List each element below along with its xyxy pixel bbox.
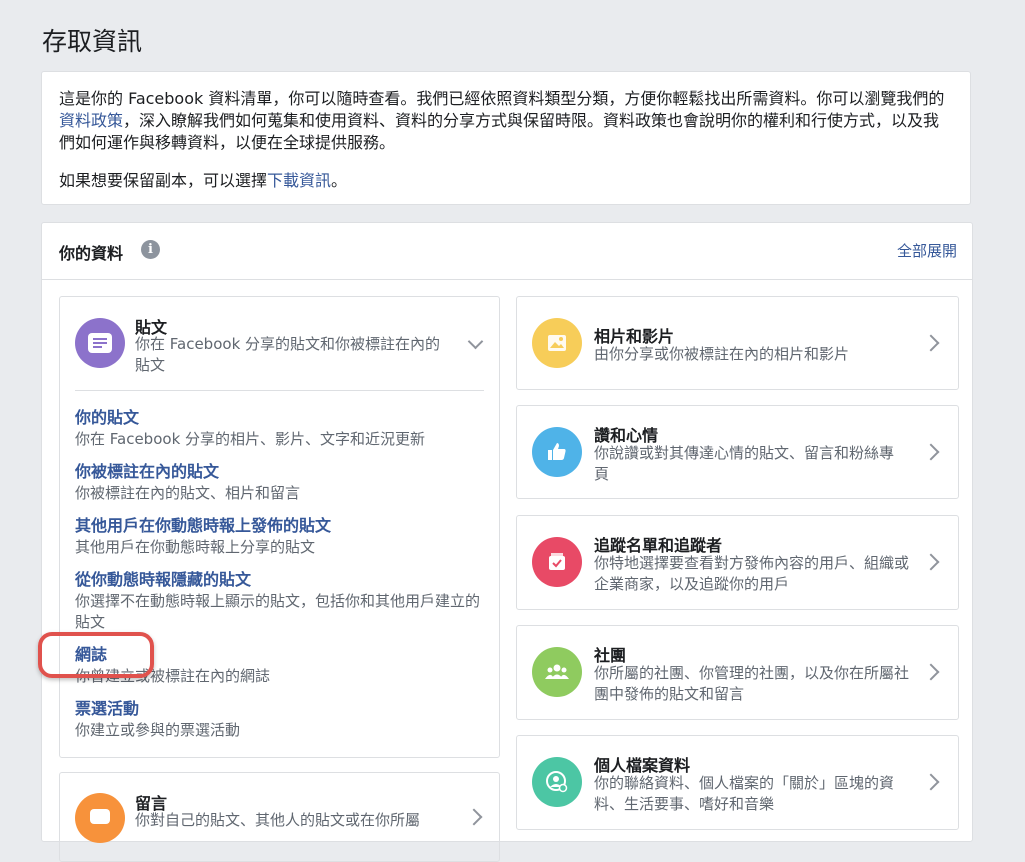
- sub-item-title[interactable]: 從你動態時報隱藏的貼文: [75, 569, 487, 591]
- page-title: 存取資訊: [42, 27, 143, 56]
- sub-item-description: 其他用戶在你動態時報上分享的貼文: [75, 538, 316, 556]
- list-item-hidden-posts[interactable]: 從你動態時報隱藏的貼文 你選擇不在動態時報上顯示的貼文，包括你和其他用戶建立的貼…: [75, 569, 487, 633]
- chevron-right-icon[interactable]: [922, 553, 940, 571]
- like-icon: [532, 427, 582, 477]
- sub-item-title[interactable]: 網誌: [75, 644, 487, 666]
- your-data-title: 你的資料: [59, 244, 124, 263]
- intro-text-continued: ，深入瞭解我們如何蒐集和使用資料、資料的分享方式與保留時限。資料政策也會說明你的…: [59, 111, 940, 152]
- chevron-right-icon[interactable]: [465, 808, 483, 826]
- list-item-your-posts[interactable]: 你的貼文 你在 Facebook 分享的相片、影片、文字和近況更新: [75, 407, 487, 450]
- category-likes-reactions[interactable]: 讚和心情 你說讚或對其傳達心情的貼文、留言和粉絲專頁: [516, 405, 959, 499]
- info-icon[interactable]: i: [141, 240, 160, 259]
- intro-paragraph: 這是你的 Facebook 資料清單，你可以隨時查看。我們已經依照資料類型分類，…: [59, 88, 953, 154]
- list-item-tagged-posts[interactable]: 你被標註在內的貼文 你被標註在內的貼文、相片和留言: [75, 461, 487, 504]
- list-item-polls[interactable]: 票選活動 你建立或參與的票選活動: [75, 698, 487, 741]
- download-paragraph: 如果想要保留副本，可以選擇下載資訊。: [59, 170, 953, 192]
- category-description: 你特地選擇要查看對方發佈內容的用戶、組織或企業商家，以及追蹤你的用戶: [594, 554, 910, 593]
- chevron-right-icon[interactable]: [922, 773, 940, 791]
- download-text: 如果想要保留副本，可以選擇: [59, 171, 268, 190]
- groups-icon: [532, 647, 582, 697]
- photos-icon: [532, 318, 582, 368]
- list-item-others-posts[interactable]: 其他用戶在你動態時報上發佈的貼文 其他用戶在你動態時報上分享的貼文: [75, 515, 487, 558]
- sub-item-title[interactable]: 你的貼文: [75, 407, 487, 429]
- category-description: 你說讚或對其傳達心情的貼文、留言和粉絲專頁: [594, 444, 895, 483]
- intro-card: 這是你的 Facebook 資料清單，你可以隨時查看。我們已經依照資料類型分類，…: [41, 71, 971, 205]
- posts-icon: [75, 318, 125, 368]
- sub-item-description: 你在 Facebook 分享的相片、影片、文字和近況更新: [75, 430, 426, 448]
- data-policy-link[interactable]: 資料政策: [59, 111, 123, 130]
- category-groups[interactable]: 社團 你所屬的社團、你管理的社團，以及你在所屬社團中發佈的貼文和留言: [516, 625, 959, 720]
- sub-item-description: 你建立或參與的票選活動: [75, 721, 241, 739]
- your-data-card: 你的資料 i 全部展開 貼文 你在 Facebook 分享的貼文和你被標註在內的…: [41, 222, 973, 862]
- posts-category-description: 你在 Facebook 分享的貼文和你被標註在內的貼文: [135, 335, 441, 374]
- category-description: 你所屬的社團、你管理的社團，以及你在所屬社團中發佈的貼文和留言: [594, 664, 910, 703]
- chevron-down-icon[interactable]: [467, 333, 484, 350]
- category-description: 由你分享或你被標註在內的相片和影片: [594, 345, 850, 363]
- posts-category-panel: 貼文 你在 Facebook 分享的貼文和你被標註在內的貼文 你的貼文 你在 F…: [59, 296, 500, 758]
- download-info-link[interactable]: 下載資訊: [267, 171, 331, 190]
- chevron-right-icon[interactable]: [922, 334, 940, 352]
- sub-item-title[interactable]: 其他用戶在你動態時報上發佈的貼文: [75, 515, 487, 537]
- category-photos-videos[interactable]: 相片和影片 由你分享或你被標註在內的相片和影片: [516, 296, 959, 390]
- category-following-followers[interactable]: 追蹤名單和追蹤者 你特地選擇要查看對方發佈內容的用戶、組織或企業商家，以及追蹤你…: [516, 515, 959, 610]
- posts-divider: [75, 390, 484, 391]
- comments-category-description: 你對自己的貼文、其他人的貼文或在你所屬: [135, 811, 421, 829]
- expand-all-link[interactable]: 全部展開: [897, 240, 957, 261]
- category-description: 你的聯絡資料、個人檔案的「關於」區塊的資料、生活要事、嗜好和音樂: [594, 774, 895, 813]
- comments-icon: [75, 793, 125, 843]
- sub-item-description: 你被標註在內的貼文、相片和留言: [75, 484, 301, 502]
- sub-item-description: 你曾建立或被標註在內的網誌: [75, 667, 271, 685]
- following-icon: [532, 537, 582, 587]
- sub-item-description: 你選擇不在動態時報上顯示的貼文，包括你和其他用戶建立的貼文: [75, 592, 481, 631]
- intro-text: 這是你的 Facebook 資料清單，你可以隨時查看。我們已經依照資料類型分類，…: [59, 89, 945, 108]
- sub-item-title[interactable]: 票選活動: [75, 698, 487, 720]
- category-profile-info[interactable]: 個人檔案資料 你的聯絡資料、個人檔案的「關於」區塊的資料、生活要事、嗜好和音樂: [516, 735, 959, 830]
- chevron-right-icon[interactable]: [922, 443, 940, 461]
- your-data-header: 你的資料 i 全部展開: [42, 223, 972, 280]
- comments-category-panel[interactable]: 留言 你對自己的貼文、其他人的貼文或在你所屬: [59, 772, 500, 862]
- download-text-end: 。: [331, 171, 348, 190]
- sub-item-title[interactable]: 你被標註在內的貼文: [75, 461, 487, 483]
- profile-icon: [532, 757, 582, 807]
- chevron-right-icon[interactable]: [922, 663, 940, 681]
- list-item-notes[interactable]: 網誌 你曾建立或被標註在內的網誌: [75, 644, 487, 687]
